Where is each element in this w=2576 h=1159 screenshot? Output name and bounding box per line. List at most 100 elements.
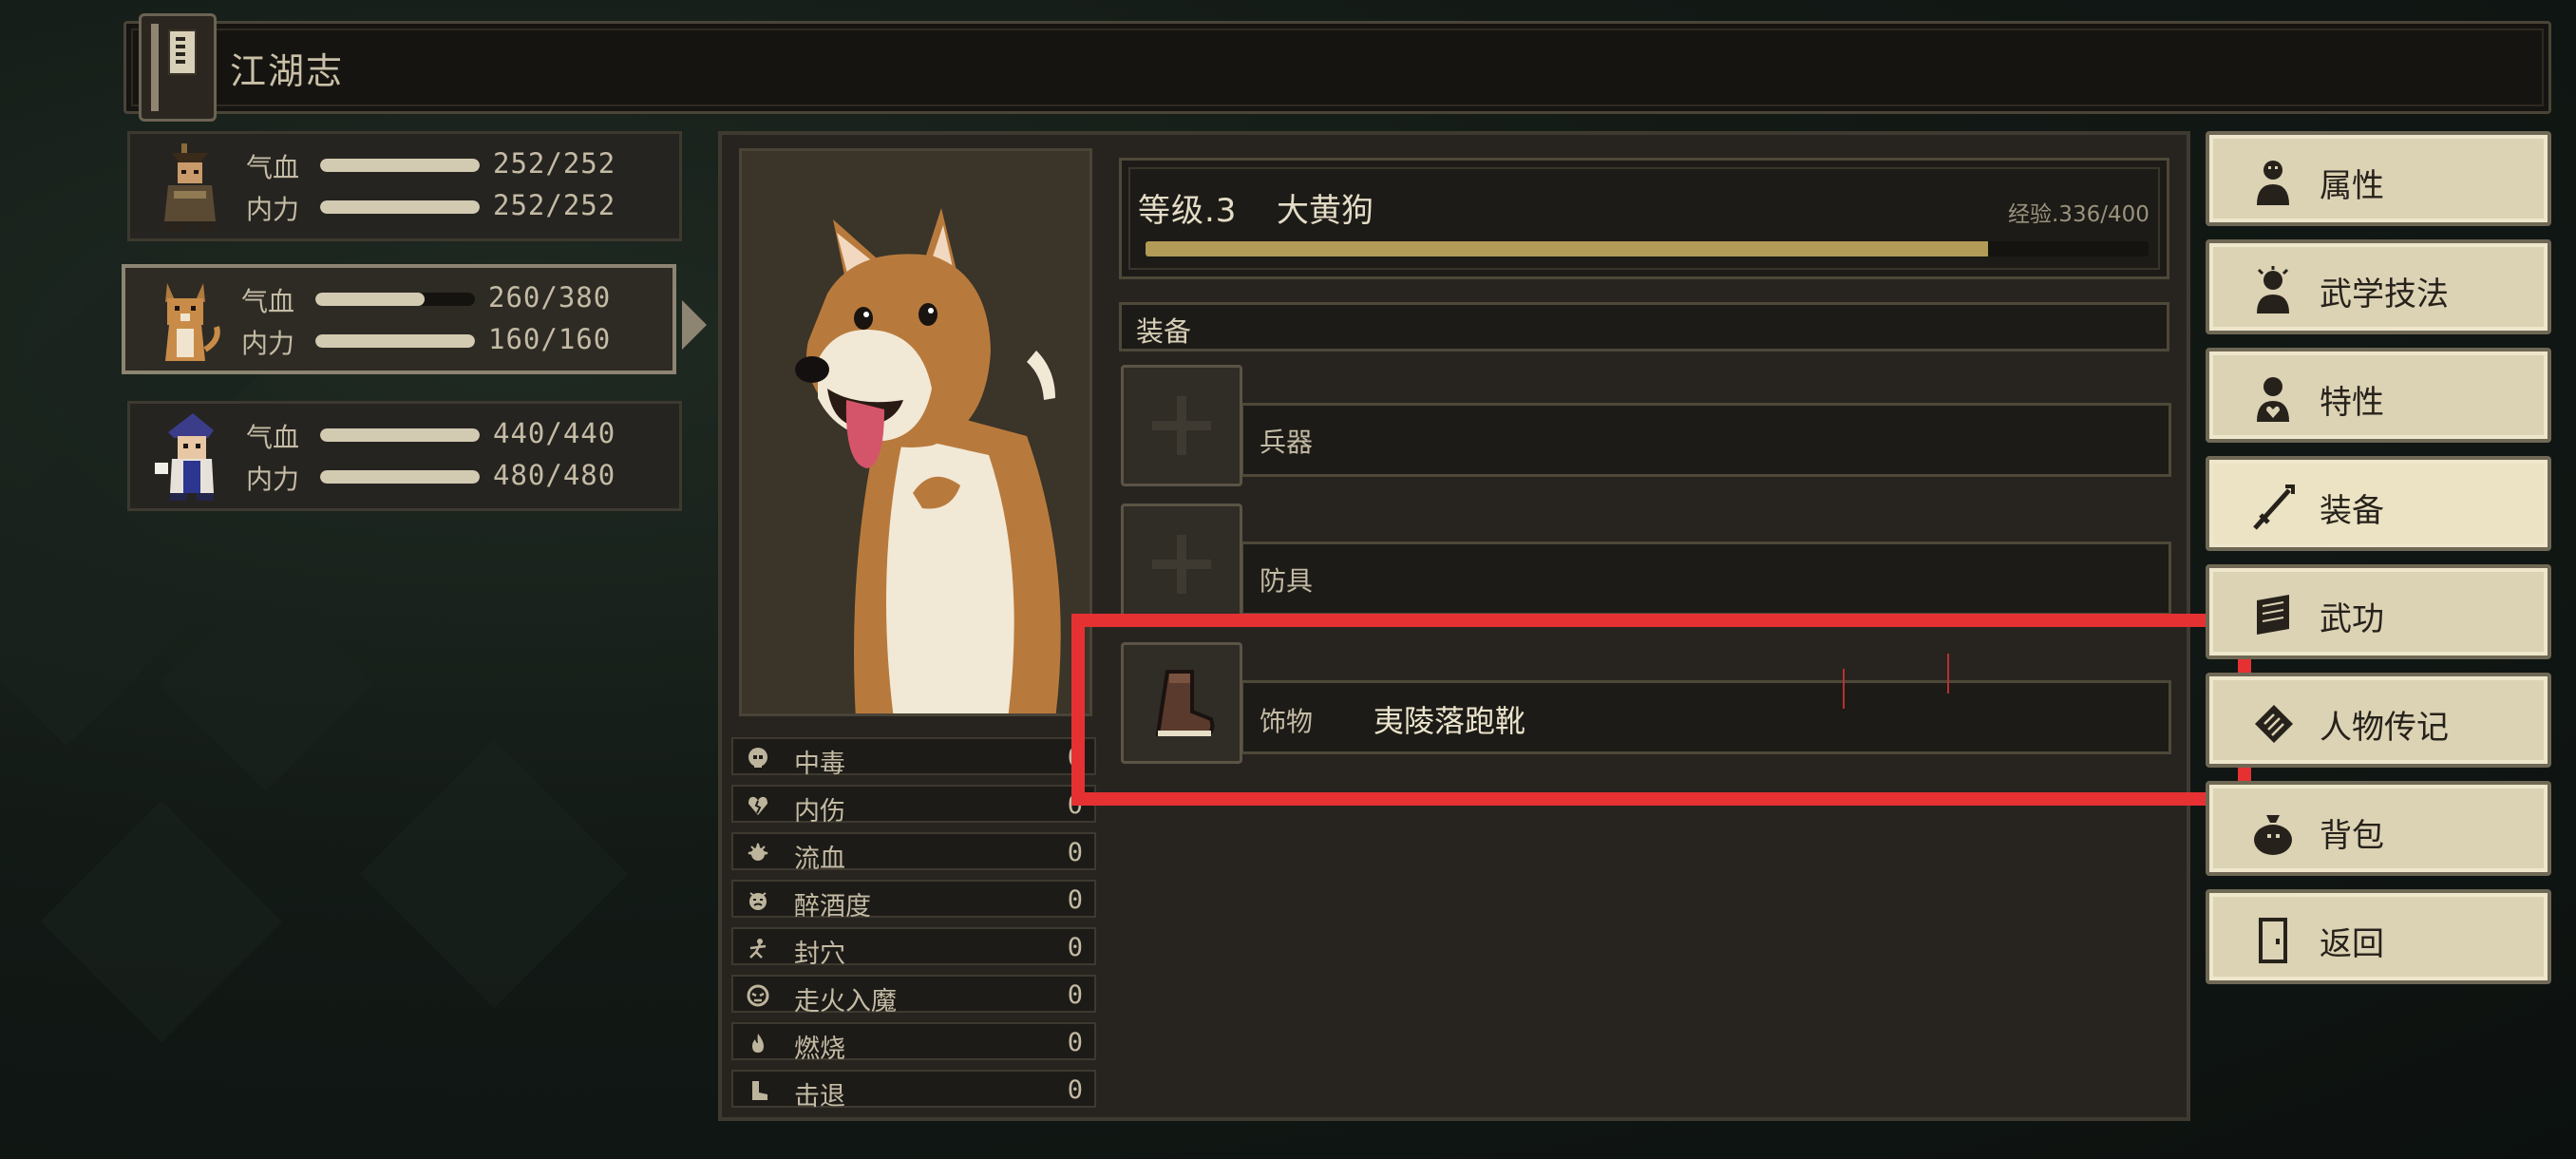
status-effect-row: 燃烧 0 [731,1022,1096,1064]
armor-slot[interactable] [1121,504,1242,625]
menu-label: 返回 [2320,925,2384,963]
menu-bag-button[interactable]: 背包 [2206,781,2551,876]
hp-bar-fill [320,159,480,172]
equipment-header [1119,302,2169,352]
hp-value: 252/252 [493,147,616,180]
weapon-slot-bar[interactable] [1241,403,2171,477]
character-portrait [739,148,1092,716]
status-effect-row: 内伤 0 [731,785,1096,826]
page-title: 江湖志 [230,50,345,92]
biography-icon [2255,705,2293,743]
level-label: 等级.3 [1138,192,1238,230]
status-effect-row: 走火入魔 0 [731,975,1096,1016]
menu-biography-button[interactable]: 人物传记 [2206,673,2551,768]
menu-kungfu-button[interactable]: 武功 [2206,564,2551,659]
hp-bar-fill [320,428,480,442]
status-label: 走火入魔 [794,987,897,1016]
status-label: 流血 [794,845,845,874]
status-label: 醉酒度 [794,892,871,922]
mp-bar-fill [315,334,475,348]
status-label: 燃烧 [794,1035,845,1064]
hp-bar [320,428,480,442]
status-value: 0 [1067,980,1083,1010]
party-member-card-selected[interactable]: 气血 260/380 内力 160/160 [122,264,676,374]
skull-icon [748,748,767,768]
demon-face-icon [747,984,769,1007]
mp-value: 160/160 [488,323,612,355]
armor-slot-bar[interactable] [1241,542,2171,616]
mp-label: 内力 [241,328,295,359]
hp-label: 气血 [241,286,295,317]
hp-label: 气血 [246,152,300,183]
hp-value: 260/380 [488,281,612,314]
status-value: 0 [1067,933,1083,962]
status-value: 0 [1067,1028,1083,1057]
status-label: 封穴 [794,940,845,969]
hp-label: 气血 [246,422,300,453]
weapon-slot-label: 兵器 [1260,427,1314,458]
mp-value: 480/480 [493,459,616,491]
drunk-face-icon [749,892,767,910]
party-member-card[interactable]: 气血 252/252 内力 252/252 [127,131,682,241]
menu-label: 人物传记 [2320,709,2449,747]
mp-value: 252/252 [493,189,616,221]
selected-arrow-icon [682,300,707,350]
hp-bar [320,159,480,172]
menu-traits-button[interactable]: 特性 [2206,348,2551,443]
mp-label: 内力 [246,464,300,495]
status-value: 0 [1067,1075,1083,1105]
status-label: 中毒 [794,750,845,779]
door-icon [2259,918,2287,963]
mp-bar [320,200,480,214]
fire-icon [752,1034,764,1053]
menu-label: 背包 [2320,817,2384,855]
status-effect-row: 击退 0 [731,1070,1096,1112]
book-icon [139,13,217,122]
status-effect-row: 醉酒度 0 [731,880,1096,922]
character-name: 大黄狗 [1277,192,1373,230]
knockback-boot-icon [752,1081,767,1100]
menu-martial-skills-button[interactable]: 武学技法 [2206,239,2551,334]
status-value: 0 [1067,885,1083,915]
mage-avatar-icon [155,413,214,501]
broken-heart-icon [748,796,767,815]
exp-text: 经验.336/400 [2008,202,2150,227]
dog-avatar-icon [165,283,220,361]
party-member-card[interactable]: 气血 440/440 内力 480/480 [127,401,682,511]
mp-bar [320,470,480,484]
exp-bar [1146,241,2149,256]
sword-icon [2253,484,2295,530]
status-effect-row: 封穴 0 [731,927,1096,969]
mp-bar-fill [320,470,480,484]
highlight-box [1071,614,2251,806]
hp-value: 440/440 [493,417,616,449]
equipment-title: 装备 [1136,315,1192,348]
status-effect-row: 流血 0 [731,832,1096,874]
acupoint-icon [749,939,767,959]
menu-label: 属性 [2320,167,2384,205]
menu-label: 特性 [2320,384,2384,422]
mp-bar-fill [320,200,480,214]
menu-label: 武学技法 [2320,276,2449,314]
title-bar-frame [131,28,2544,106]
martial-person-icon [2257,266,2289,314]
status-value: 0 [1067,838,1083,867]
warrior-avatar-icon [164,143,216,231]
status-effect-row: 中毒 0 [731,737,1096,779]
status-label: 内伤 [794,797,845,826]
status-label: 击退 [794,1082,845,1112]
blood-icon [748,843,768,861]
menu-attributes-button[interactable]: 属性 [2206,131,2551,226]
menu-label: 武功 [2320,600,2384,638]
dog-portrait-image [742,151,1089,713]
exp-bar-fill [1146,241,1989,256]
hp-bar-fill [315,293,425,306]
weapon-slot[interactable] [1121,365,1242,486]
menu-equipment-button[interactable]: 装备 [2206,456,2551,551]
bag-icon [2254,815,2292,855]
trait-person-icon [2257,377,2289,422]
scroll-icon [2257,595,2289,635]
menu-return-button[interactable]: 返回 [2206,889,2551,984]
mp-bar [315,334,475,348]
person-icon [2257,161,2289,205]
